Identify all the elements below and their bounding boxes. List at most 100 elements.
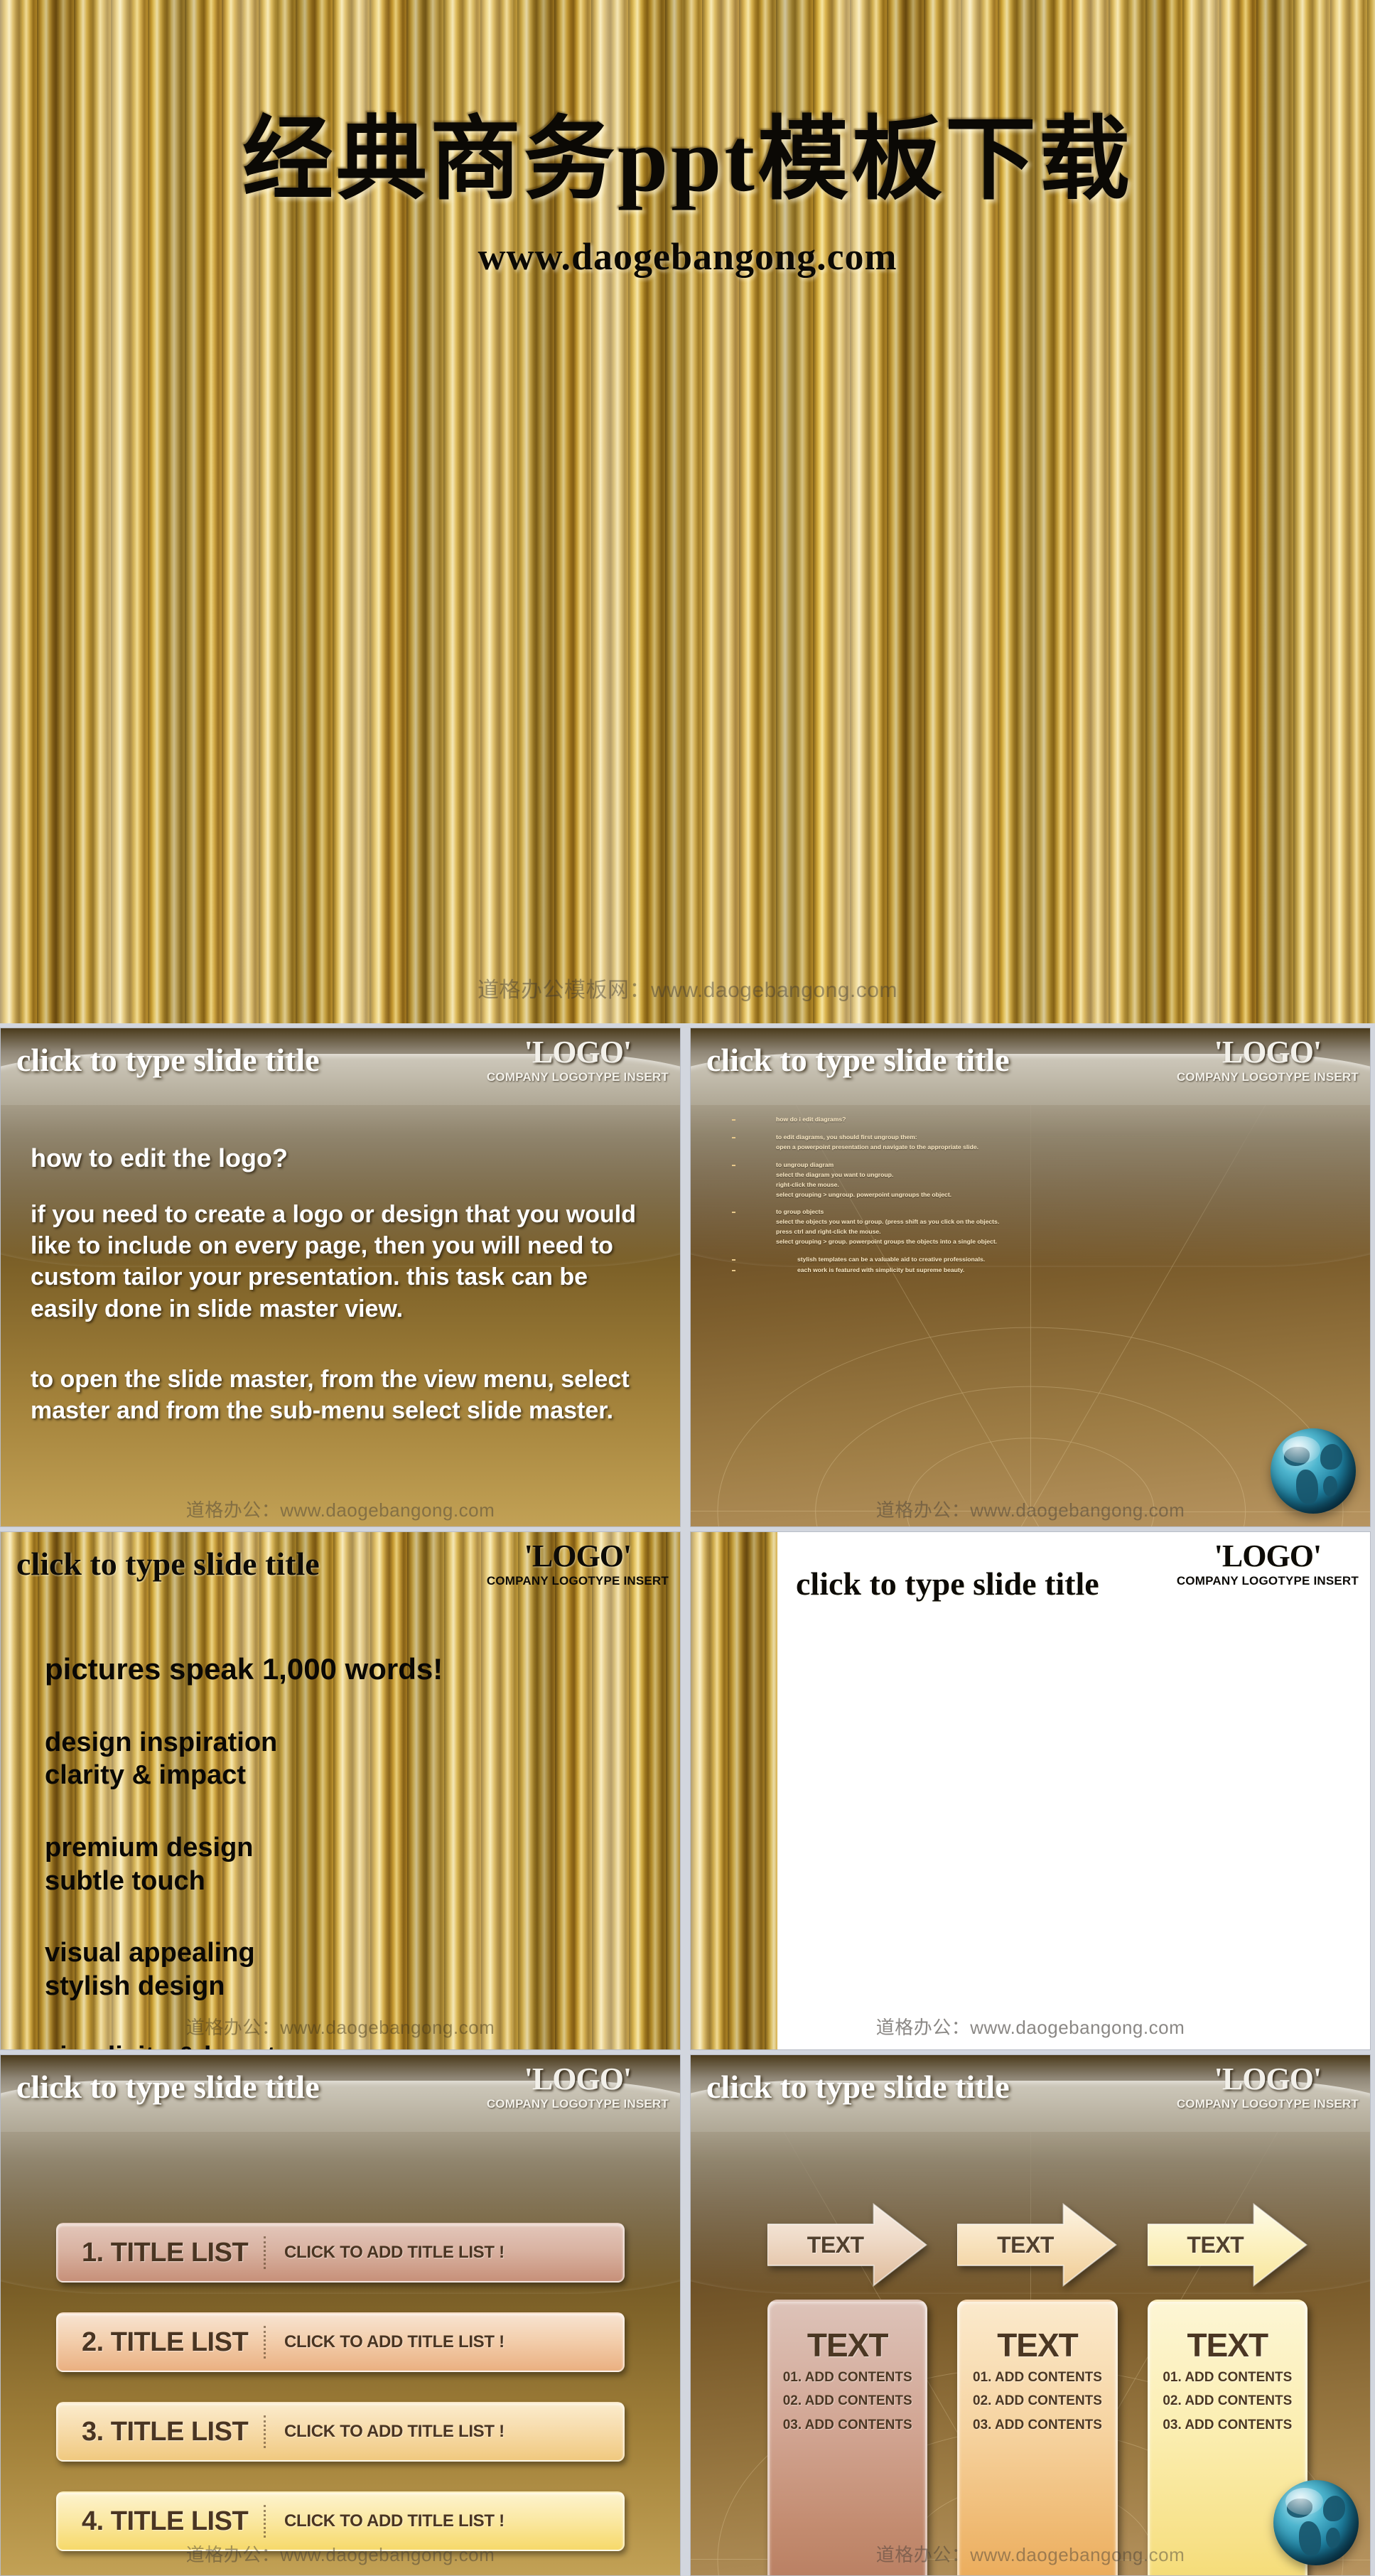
arrow-label: TEXT (997, 2231, 1054, 2258)
pictures-line: pictures speak 1,000 words! (45, 1652, 443, 1686)
arrow-shape[interactable]: TEXT (767, 2203, 927, 2287)
logo-text: 'LOGO' (524, 1538, 632, 1573)
logo-placeholder[interactable]: 'LOGO' COMPANY LOGOTYPE INSERT (487, 2064, 669, 2111)
slide-header (691, 1028, 1370, 1526)
logo-placeholder[interactable]: 'LOGO' COMPANY LOGOTYPE INSERT (1177, 1541, 1359, 1588)
logo-howto-paragraph-1: if you need to create a logo or design t… (31, 1201, 636, 1322)
pictures-line: simplicity & beauty (45, 2041, 627, 2049)
slide-pictures[interactable]: click to type slide title 'LOGO' COMPANY… (0, 1531, 681, 2050)
logo-text: 'LOGO' (1214, 1538, 1322, 1573)
logo-subtitle: COMPANY LOGOTYPE INSERT (486, 2097, 669, 2111)
title-list-row[interactable]: 1. TITLE LIST CLICK TO ADD TITLE LIST ! (56, 2223, 625, 2283)
slide-title-text[interactable]: click to type slide title (16, 2068, 320, 2106)
list-item: stylish templates can be a valuable aid … (732, 1255, 1101, 1265)
card-item: 03. ADD CONTENTS (782, 2417, 912, 2432)
list-line: open a powerpoint presentation and navig… (776, 1143, 979, 1150)
list-line: each work is featured with simplicity bu… (797, 1266, 965, 1274)
logo-subtitle: COMPANY LOGOTYPE INSERT (486, 1070, 669, 1084)
logo-placeholder[interactable]: 'LOGO' COMPANY LOGOTYPE INSERT (487, 1541, 669, 1588)
logo-placeholder[interactable]: 'LOGO' COMPANY LOGOTYPE INSERT (487, 1037, 669, 1084)
arrow-shape[interactable]: TEXT (1147, 2203, 1307, 2287)
logo-howto-paragraph-2: to open the slide master, from the view … (31, 1366, 630, 1425)
card-row: TEXT 01. ADD CONTENTS 02. ADD CONTENTS 0… (767, 2300, 1307, 2575)
title-list-label: 3. TITLE LIST (82, 2416, 249, 2447)
card-item: 03. ADD CONTENTS (1163, 2417, 1293, 2432)
card-item: 02. ADD CONTENTS (1163, 2393, 1293, 2409)
slide-diagram-howto[interactable]: click to type slide title 'LOGO' COMPANY… (690, 1028, 1371, 1527)
slide-title-text[interactable]: click to type slide title (16, 1041, 320, 1079)
slide-title-text[interactable]: click to type slide title (706, 2068, 1010, 2106)
cover-subheading: www.daogebangong.com (478, 235, 897, 278)
card-item: 01. ADD CONTENTS (973, 2370, 1102, 2385)
list-line: to group objects (776, 1208, 824, 1216)
card-title: TEXT (807, 2327, 889, 2364)
content-card[interactable]: TEXT 01. ADD CONTENTS 02. ADD CONTENTS 0… (767, 2300, 928, 2575)
title-list-row[interactable]: 4. TITLE LIST CLICK TO ADD TITLE LIST ! (56, 2491, 625, 2551)
pictures-line: clarity & impact (45, 1760, 246, 1791)
list-item: to ungroup diagram select the diagram yo… (732, 1160, 1101, 1200)
title-list-row[interactable]: 2. TITLE LIST CLICK TO ADD TITLE LIST ! (56, 2312, 625, 2372)
slide-blank-white[interactable]: click to type slide title 'LOGO' COMPANY… (690, 1531, 1371, 2050)
pictures-line: premium design (45, 1832, 254, 1863)
list-item: to edit diagrams, you should first ungro… (732, 1133, 1101, 1153)
slide-row-4: click to type slide title 'LOGO' COMPANY… (0, 2054, 1375, 2576)
list-line: to edit diagrams, you should first ungro… (776, 1133, 917, 1141)
globe-icon (1271, 1428, 1356, 1514)
presentation-preview-page: 经典商务ppt模板下载 www.daogebangong.com 道格办公模板网… (0, 0, 1375, 2576)
card-title: TEXT (997, 2327, 1079, 2364)
arrow-shape[interactable]: TEXT (957, 2203, 1118, 2287)
title-list-action: CLICK TO ADD TITLE LIST ! (284, 2422, 505, 2441)
pictures-line: subtle touch (45, 1865, 205, 1896)
logo-placeholder[interactable]: 'LOGO' COMPANY LOGOTYPE INSERT (1177, 2064, 1359, 2111)
logo-text: 'LOGO' (524, 2062, 632, 2096)
pictures-line: design inspiration (45, 1727, 278, 1757)
arrow-label: TEXT (807, 2231, 864, 2258)
card-item: 01. ADD CONTENTS (1163, 2370, 1293, 2385)
title-list-group: 1. TITLE LIST CLICK TO ADD TITLE LIST ! … (56, 2223, 625, 2575)
list-item: how do i edit diagrams? (732, 1115, 1101, 1125)
gold-side-bar (691, 1532, 777, 2049)
slide-title-list[interactable]: click to type slide title 'LOGO' COMPANY… (0, 2054, 681, 2576)
logo-text: 'LOGO' (1214, 1035, 1322, 1069)
content-card[interactable]: TEXT 01. ADD CONTENTS 02. ADD CONTENTS 0… (957, 2300, 1118, 2575)
slide-row-2: click to type slide title 'LOGO' COMPANY… (0, 1028, 1375, 1527)
list-item: each work is featured with simplicity bu… (732, 1266, 1101, 1276)
title-list-row[interactable]: 3. TITLE LIST CLICK TO ADD TITLE LIST ! (56, 2402, 625, 2462)
card-item: 02. ADD CONTENTS (973, 2393, 1102, 2409)
list-line: stylish templates can be a valuable aid … (797, 1256, 986, 1263)
list-line: select grouping > ungroup. powerpoint un… (776, 1190, 952, 1198)
flow-group: TEXT TEXT TEXT TEXT 01. ADD CONTENTS 02.… (767, 2203, 1307, 2575)
title-list-action: CLICK TO ADD TITLE LIST ! (284, 2511, 505, 2531)
slide-background (691, 1532, 1370, 2049)
list-line: to ungroup diagram (776, 1160, 834, 1168)
globe-icon (1273, 2480, 1359, 2565)
card-title: TEXT (1187, 2327, 1269, 2364)
logo-placeholder[interactable]: 'LOGO' COMPANY LOGOTYPE INSERT (1177, 1037, 1359, 1084)
title-list-action: CLICK TO ADD TITLE LIST ! (284, 2332, 505, 2351)
card-item: 01. ADD CONTENTS (782, 2370, 912, 2385)
pictures-text-block: pictures speak 1,000 words! design inspi… (45, 1651, 627, 2049)
title-list-label: 4. TITLE LIST (82, 2506, 249, 2536)
pictures-line: stylish design (45, 1971, 225, 2001)
slide-logo-howto[interactable]: click to type slide title 'LOGO' COMPANY… (0, 1028, 681, 1527)
list-line: press ctrl and right-click the mouse. (776, 1228, 881, 1236)
arrow-label: TEXT (1187, 2231, 1244, 2258)
logo-text: 'LOGO' (524, 1035, 632, 1069)
arrow-row: TEXT TEXT TEXT (767, 2203, 1307, 2287)
logo-text: 'LOGO' (1214, 2062, 1322, 2096)
cover-heading: 经典商务ppt模板下载 (242, 109, 1133, 210)
list-line: select the objects you want to group. (p… (776, 1218, 1000, 1226)
list-line: select the diagram you want to ungroup. (776, 1170, 894, 1178)
slide-title-text[interactable]: click to type slide title (796, 1565, 1099, 1602)
slide-title-text[interactable]: click to type slide title (16, 1545, 320, 1583)
slide-flow-diagram[interactable]: click to type slide title 'LOGO' COMPANY… (690, 2054, 1371, 2576)
slide-row-3: click to type slide title 'LOGO' COMPANY… (0, 1531, 1375, 2050)
logo-subtitle: COMPANY LOGOTYPE INSERT (1176, 1574, 1359, 1588)
title-list-label: 2. TITLE LIST (82, 2327, 249, 2357)
slide-title-cover[interactable]: 经典商务ppt模板下载 www.daogebangong.com 道格办公模板网… (0, 0, 1375, 1023)
list-line: right-click the mouse. (776, 1180, 839, 1188)
card-item: 03. ADD CONTENTS (973, 2417, 1102, 2432)
list-line: select grouping > group. powerpoint grou… (776, 1238, 998, 1246)
logo-subtitle: COMPANY LOGOTYPE INSERT (1176, 1070, 1359, 1084)
slide-title-text[interactable]: click to type slide title (706, 1041, 1010, 1079)
